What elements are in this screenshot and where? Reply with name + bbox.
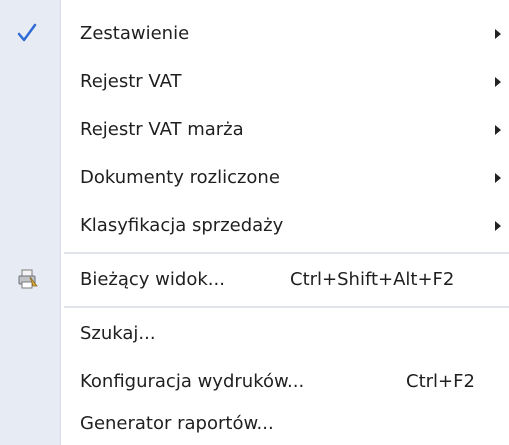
menu-item-label: Konfiguracja wydruków... (80, 371, 305, 392)
menu-item-dokumenty-rozliczone[interactable]: Dokumenty rozliczone (0, 158, 509, 198)
menu-item-klasyfikacja-sprzedazy[interactable]: Klasyfikacja sprzedaży (0, 206, 509, 246)
menu-item-zestawienie[interactable]: Zestawienie (0, 14, 509, 54)
menu-item-label: Generator raportów... (80, 413, 274, 434)
menu-item-label: Rejestr VAT (80, 71, 182, 92)
printer-icon (18, 269, 38, 289)
menu-item-label: Klasyfikacja sprzedaży (80, 215, 284, 236)
menu-item-shortcut: Ctrl+F2 (406, 371, 475, 392)
menu-item-biezacy-widok[interactable]: Bieżący widok... Ctrl+Shift+Alt+F2 (0, 260, 509, 300)
menu-item-shortcut: Ctrl+Shift+Alt+F2 (290, 269, 455, 290)
submenu-arrow-icon (495, 125, 501, 135)
menu-item-label: Bieżący widok... (80, 269, 225, 290)
menu-item-rejestr-vat[interactable]: Rejestr VAT (0, 62, 509, 102)
menu-item-generator-raportow[interactable]: Generator raportów... (0, 404, 509, 444)
menu-separator (64, 306, 509, 309)
menu-item-label: Rejestr VAT marża (80, 119, 244, 140)
submenu-arrow-icon (495, 173, 501, 183)
menu-item-label: Dokumenty rozliczone (80, 167, 280, 188)
submenu-arrow-icon (495, 77, 501, 87)
submenu-arrow-icon (495, 29, 501, 39)
menu-separator (64, 252, 509, 255)
submenu-arrow-icon (495, 221, 501, 231)
menu-item-label: Zestawienie (80, 23, 190, 44)
menu-item-szukaj[interactable]: Szukaj... (0, 314, 509, 354)
menu-item-konfiguracja-wydrukow[interactable]: Konfiguracja wydruków... Ctrl+F2 (0, 362, 509, 402)
checkmark-icon (17, 23, 37, 42)
context-menu: Zestawienie Rejestr VAT Rejestr VAT marż… (0, 0, 509, 445)
menu-item-rejestr-vat-marza[interactable]: Rejestr VAT marża (0, 110, 509, 150)
menu-item-label: Szukaj... (80, 323, 156, 344)
